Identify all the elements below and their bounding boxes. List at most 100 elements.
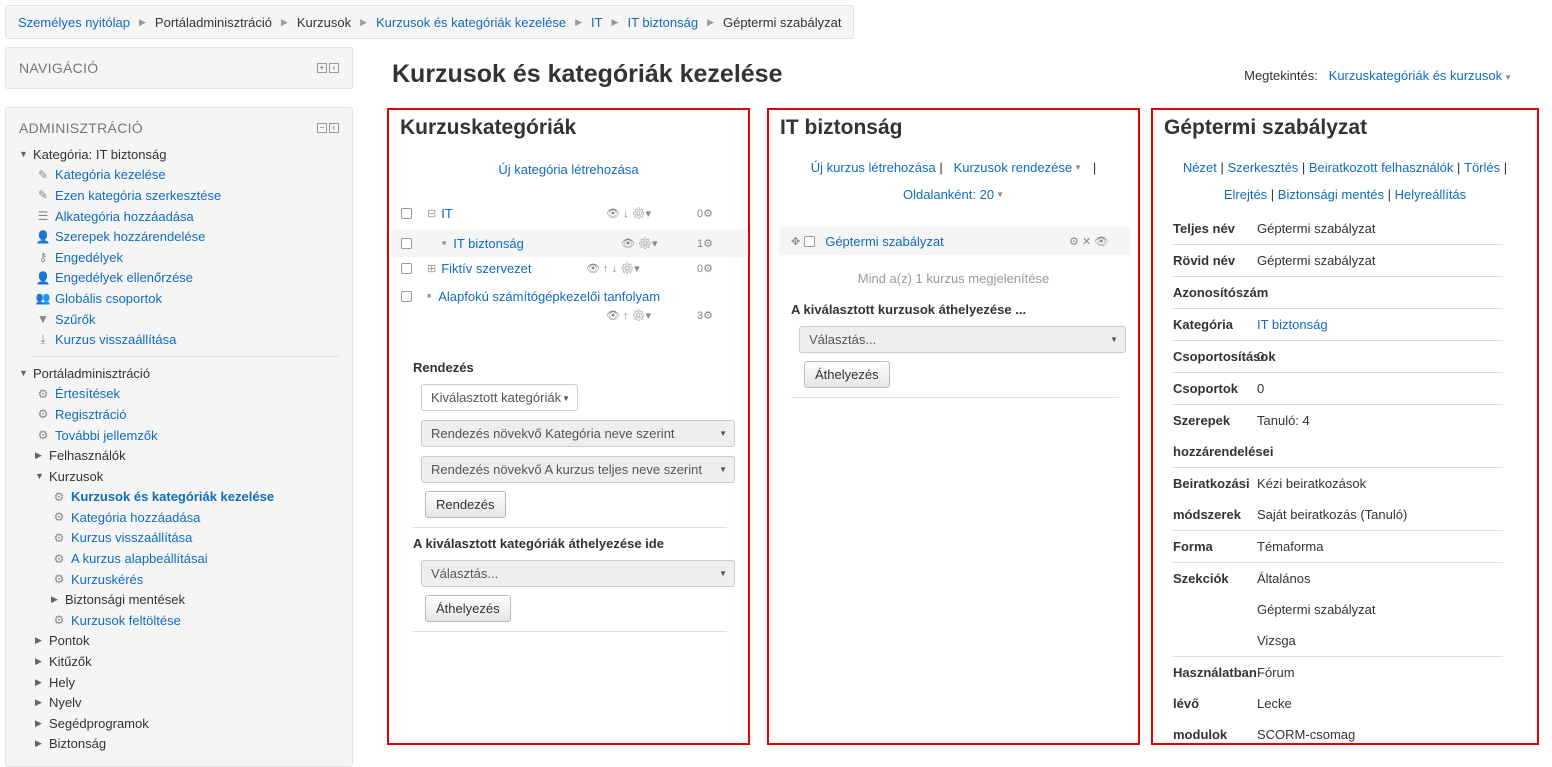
sidebar-item-courses-4[interactable]: ⚙ Kurzuskérés: [19, 569, 339, 590]
sort-courses-link[interactable]: Kurzusok rendezése: [954, 160, 1073, 175]
sort-courses-select[interactable]: Rendezés növekvő A kurzus teljes neve sz…: [421, 456, 735, 483]
edit-link[interactable]: Szerkesztés: [1227, 160, 1298, 175]
tree-site-admin[interactable]: ▼ Portáladminisztráció: [19, 363, 339, 384]
breadcrumb-separator-icon: ▶: [707, 16, 714, 27]
sidebar-item-more-2[interactable]: ▶ Hely: [19, 672, 339, 693]
tree-backups[interactable]: ▶ Biztonsági mentések: [19, 589, 339, 610]
sidebar-item-more-3[interactable]: ▶ Nyelv: [19, 692, 339, 713]
gear-icon[interactable]: ⚙▾: [632, 208, 652, 220]
breadcrumb-courses[interactable]: Kurzusok: [297, 15, 351, 30]
backup-link[interactable]: Biztonsági mentés: [1278, 187, 1384, 202]
sidebar-item-courses-0[interactable]: ⚙ Kurzusok és kategóriák kezelése: [19, 487, 339, 508]
create-category-link[interactable]: Új kategória létrehozása: [498, 162, 638, 177]
breadcrumb-site-admin[interactable]: Portáladminisztráció: [155, 15, 272, 30]
sidebar-item-category-4[interactable]: ⚷ Engedélyek: [19, 247, 339, 268]
sidebar-item-site-1[interactable]: ⚙ Regisztráció: [19, 404, 339, 425]
select-checkbox[interactable]: [401, 237, 412, 249]
eye-icon[interactable]: 👁: [621, 238, 635, 250]
move-courses-select[interactable]: Választás... ▼: [799, 326, 1126, 353]
sidebar-item-site-2[interactable]: ⚙ További jellemzők: [19, 425, 339, 446]
sidebar-item-more-0[interactable]: ▶ Pontok: [19, 631, 339, 652]
bullet-icon: ■: [427, 293, 432, 300]
expand-category-icon[interactable]: ⊞: [427, 262, 436, 275]
breadcrumb-home[interactable]: Személyes nyitólap: [18, 15, 130, 30]
tree-users[interactable]: ▶ Felhasználók: [19, 445, 339, 466]
breadcrumb-manage[interactable]: Kurzusok és kategóriák kezelése: [376, 15, 566, 30]
tree-courses[interactable]: ▼ Kurzusok: [19, 466, 339, 487]
view-mode-selector[interactable]: Megtekintés: Kurzuskategóriák és kurzuso…: [1244, 68, 1512, 83]
sidebar-item-courses-3[interactable]: ⚙ A kurzus alapbeállításai: [19, 548, 339, 569]
eye-icon[interactable]: 👁: [586, 263, 600, 275]
eye-icon[interactable]: 👁: [606, 310, 620, 322]
eye-icon[interactable]: 👁: [1094, 236, 1108, 248]
gear-icon[interactable]: ⚙: [1069, 236, 1079, 248]
sidebar-item-site-0[interactable]: ⚙ Értesítések: [19, 384, 339, 405]
sort-button[interactable]: Rendezés: [425, 491, 506, 518]
move-courses-heading: A kiválasztott kurzusok áthelyezése ...: [791, 302, 1027, 317]
move-heading: A kiválasztott kategóriák áthelyezése id…: [413, 536, 664, 551]
sidebar-item-category-3[interactable]: 👤 Szerepek hozzárendelése: [19, 226, 339, 247]
breadcrumb-it-security[interactable]: IT biztonság: [627, 15, 698, 30]
breadcrumb-it[interactable]: IT: [591, 15, 603, 30]
gear-icon[interactable]: ⚙▾: [620, 263, 640, 275]
breadcrumb-current: Géptermi szabályzat: [722, 14, 842, 30]
arrow-up-icon[interactable]: ↑: [623, 310, 629, 322]
select-checkbox[interactable]: [401, 263, 412, 274]
move-courses-button[interactable]: Áthelyezés: [804, 361, 890, 388]
move-target-select[interactable]: Választás... ▼: [421, 560, 735, 587]
gear-icon: ⚙: [37, 386, 49, 401]
collapsed-caret-icon: ▶: [35, 450, 42, 461]
gear-icon[interactable]: ⚙▾: [632, 310, 652, 322]
list-item[interactable]: ■ Alapfokú számítógépkezelői tanfolyam: [401, 289, 726, 304]
sidebar-item-category-8[interactable]: ⤓ Kurzus visszaállítása: [19, 329, 339, 350]
delete-icon[interactable]: ✕: [1082, 236, 1091, 248]
collapse-icon[interactable]: ‹: [329, 63, 339, 73]
breadcrumb-separator-icon: ▶: [360, 16, 368, 27]
move-button[interactable]: Áthelyezés: [425, 595, 511, 622]
tree-upload-courses[interactable]: ⚙ Kurzusok feltöltése: [19, 610, 339, 631]
dock-icon[interactable]: +: [317, 63, 327, 73]
arrow-up-icon[interactable]: ↑: [603, 263, 609, 275]
select-checkbox[interactable]: [401, 208, 412, 219]
list-item[interactable]: ■ IT biztonság 👁 ⚙▾ 1⚙: [391, 229, 746, 257]
sidebar-item-category-6[interactable]: 👥 Globális csoportok: [19, 288, 339, 309]
move-handle-icon[interactable]: ✥: [791, 235, 800, 248]
sidebar-item-category-1[interactable]: ✎ Ezen kategória szerkesztése: [19, 185, 339, 206]
select-checkbox[interactable]: [401, 291, 412, 302]
tree-category[interactable]: ▼ Kategória: IT biztonság: [19, 144, 339, 165]
table-row[interactable]: ✥ Géptermi szabályzat ⚙ ✕ 👁: [779, 227, 1130, 255]
gear-icon[interactable]: ⚙▾: [638, 238, 658, 250]
sidebar-item-courses-2[interactable]: ⚙ Kurzus visszaállítása: [19, 528, 339, 549]
collapse-icon[interactable]: ‹: [329, 123, 339, 133]
sort-categories-select[interactable]: Rendezés növekvő Kategória neve szerint ▼: [421, 420, 735, 447]
minus-icon[interactable]: −: [317, 123, 327, 133]
collapse-category-icon[interactable]: ⊟: [427, 207, 436, 220]
arrow-down-icon[interactable]: ↓: [623, 208, 629, 220]
sidebar-item-category-7[interactable]: ▼ Szűrők: [19, 309, 339, 330]
select-checkbox[interactable]: [804, 235, 816, 247]
cogs-icon: ⚙: [703, 208, 713, 220]
enrolled-users-link[interactable]: Beiratkozott felhasználók: [1309, 160, 1454, 175]
arrow-down-icon[interactable]: ↓: [612, 263, 618, 275]
list-item[interactable]: ⊞ Fiktív szervezet 👁 ↑ ↓ ⚙▾ 0⚙: [401, 261, 726, 276]
restore-link[interactable]: Helyreállítás: [1395, 187, 1467, 202]
hide-link[interactable]: Elrejtés: [1224, 187, 1267, 202]
view-mode-link[interactable]: Kurzuskategóriák és kurzusok: [1329, 68, 1502, 83]
sidebar-item-category-2[interactable]: ☰ Alkategória hozzáadása: [19, 206, 339, 227]
create-course-link[interactable]: Új kurzus létrehozása: [811, 160, 936, 175]
sort-scope-select[interactable]: Kiválasztott kategóriák ▼: [421, 384, 578, 411]
delete-link[interactable]: Törlés: [1464, 160, 1500, 175]
sidebar-item-category-0[interactable]: ✎ Kategória kezelése: [19, 165, 339, 186]
sidebar-item-category-5[interactable]: 👤 Engedélyek ellenőrzése: [19, 268, 339, 289]
sidebar-item-more-5[interactable]: ▶ Biztonság: [19, 734, 339, 755]
per-page-link[interactable]: Oldalanként: 20: [903, 187, 994, 202]
view-link[interactable]: Nézet: [1183, 160, 1217, 175]
sidebar-item-more-1[interactable]: ▶ Kitűzők: [19, 651, 339, 672]
course-detail-title: Géptermi szabályzat: [1164, 116, 1368, 139]
expanded-caret-icon: ▼: [19, 149, 28, 160]
sidebar-item-more-4[interactable]: ▶ Segédprogramok: [19, 713, 339, 734]
category-link[interactable]: IT biztonság: [1257, 317, 1503, 332]
sidebar-item-courses-1[interactable]: ⚙ Kategória hozzáadása: [19, 507, 339, 528]
list-item[interactable]: ⊟ IT 👁 ↓ ⚙▾ 0⚙: [401, 206, 726, 221]
eye-icon[interactable]: 👁: [606, 208, 620, 220]
